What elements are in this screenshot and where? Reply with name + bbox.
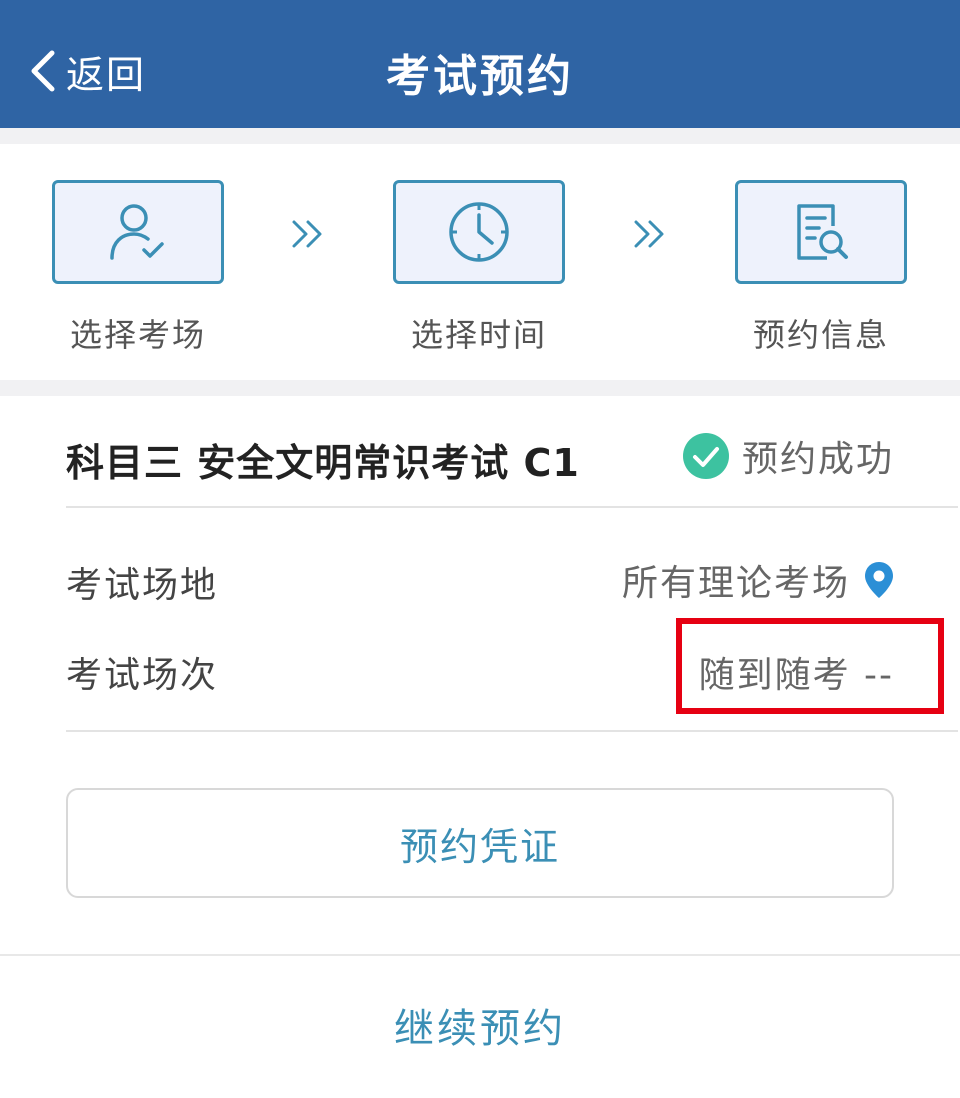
step-label: 选择考场 — [69, 316, 206, 354]
section-gap — [0, 380, 960, 396]
venue-label: 考试场地 — [66, 565, 219, 606]
step-indicator: 选择考场 选择时间 预约信息 — [0, 144, 960, 380]
page-title: 考试预约 — [386, 51, 574, 102]
step-icon-box — [735, 180, 907, 284]
step-select-time: 选择时间 — [393, 180, 565, 356]
continue-booking-button[interactable]: 继续预约 — [0, 996, 960, 1054]
divider — [0, 954, 960, 956]
booking-card: 科目三 安全文明常识考试 C1 预约成功 考试场地 所有理论考场 考试场次 随到… — [0, 396, 960, 1098]
check-circle-icon — [682, 433, 729, 479]
step-label: 选择时间 — [410, 316, 547, 354]
divider — [66, 506, 958, 508]
highlight-box — [676, 618, 944, 714]
step-icon-box — [393, 180, 565, 284]
divider — [66, 730, 958, 732]
double-chevron-right-icon — [634, 220, 664, 248]
step-booking-info: 预约信息 — [735, 180, 907, 356]
status-text: 预约成功 — [741, 439, 894, 480]
venue-value: 所有理论考场 — [622, 554, 894, 606]
step-icon-box — [52, 180, 224, 284]
section-gap — [0, 128, 960, 144]
document-search-icon — [797, 204, 848, 260]
session-label: 考试场次 — [66, 655, 219, 696]
exam-subject-title: 科目三 安全文明常识考试 C1 — [66, 441, 580, 485]
status-badge: 预约成功 — [682, 430, 894, 482]
location-pin-icon[interactable] — [864, 561, 894, 599]
step-label: 预约信息 — [752, 316, 889, 354]
double-chevron-right-icon — [292, 220, 322, 248]
venue-text: 所有理论考场 — [621, 563, 850, 604]
voucher-button[interactable]: 预约凭证 — [66, 788, 894, 898]
user-check-icon — [110, 204, 164, 260]
nav-bar: 返回 考试预约 — [0, 0, 960, 128]
clock-icon — [449, 202, 509, 262]
step-select-venue: 选择考场 — [52, 180, 224, 356]
